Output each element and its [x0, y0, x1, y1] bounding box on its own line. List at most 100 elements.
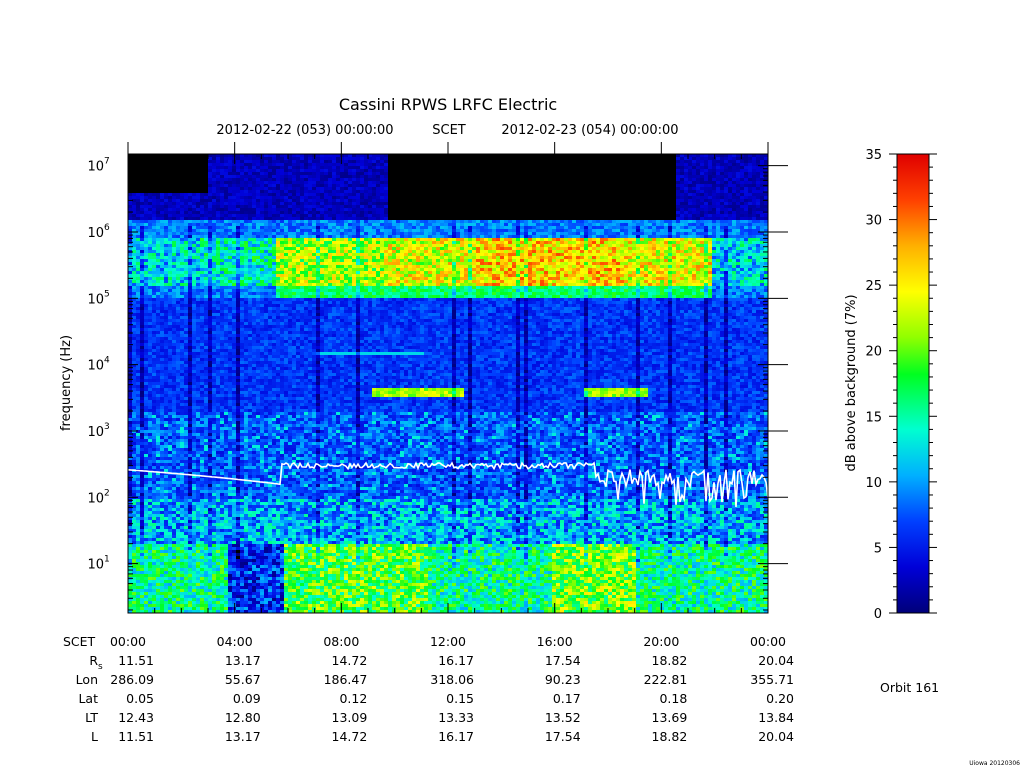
spectrogram-cell: [184, 379, 188, 382]
spectrogram-cell: [180, 532, 184, 535]
spectrogram-cell: [220, 262, 224, 265]
spectrogram-cell: [224, 247, 228, 250]
spectrogram-cell: [188, 502, 192, 505]
spectrogram-cell: [144, 163, 148, 166]
spectrogram-cell: [244, 277, 248, 280]
spectrogram-cell: [184, 193, 188, 196]
spectrogram-cell: [148, 604, 152, 607]
spectrogram-cell: [224, 469, 228, 472]
spectrogram-cell: [128, 202, 132, 205]
spectrogram-cell: [232, 541, 236, 544]
spectrogram-cell: [184, 580, 188, 583]
spectrogram-cell: [228, 418, 232, 421]
spectrogram-cell: [164, 385, 168, 388]
spectrogram-cell: [132, 559, 136, 562]
spectrogram-cell: [240, 388, 244, 391]
spectrogram-cell: [216, 283, 220, 286]
spectrogram-cell: [256, 421, 260, 424]
spectrogram-cell: [244, 259, 248, 262]
spectrogram-cell: [236, 325, 240, 328]
spectrogram-cell: [176, 388, 180, 391]
spectrogram-cell: [152, 313, 156, 316]
spectrogram-cell: [180, 577, 184, 580]
spectrogram-cell: [192, 496, 196, 499]
spectrogram-cell: [200, 256, 204, 259]
spectrogram-cell: [232, 208, 236, 211]
spectrogram-cell: [132, 223, 136, 226]
spectrogram-cell: [232, 388, 236, 391]
spectrogram-cell: [156, 205, 160, 208]
spectrogram-cell: [236, 196, 240, 199]
spectrogram-cell: [188, 196, 192, 199]
spectrogram-cell: [252, 475, 256, 478]
spectrogram-cell: [188, 277, 192, 280]
spectrogram-cell: [128, 319, 132, 322]
spectrogram-cell: [220, 523, 224, 526]
spectrogram-cell: [220, 247, 224, 250]
spectrogram-cell: [172, 337, 176, 340]
spectrogram-cell: [192, 421, 196, 424]
spectrogram-cell: [200, 460, 204, 463]
spectrogram-cell: [220, 487, 224, 490]
spectrogram-cell: [248, 202, 252, 205]
spectrogram-cell: [200, 307, 204, 310]
spectrogram-cell: [248, 316, 252, 319]
spectrogram-cell: [184, 382, 188, 385]
spectrogram-cell: [184, 265, 188, 268]
spectrogram-cell: [168, 409, 172, 412]
spectrogram-cell: [156, 541, 160, 544]
spectrogram-cell: [160, 166, 164, 169]
spectrogram-cell: [168, 580, 172, 583]
spectrogram-cell: [248, 277, 252, 280]
spectrogram-cell: [184, 280, 188, 283]
spectrogram-cell: [196, 442, 200, 445]
spectrogram-cell: [228, 532, 232, 535]
spectrogram-cell: [156, 319, 160, 322]
spectrogram-cell: [228, 514, 232, 517]
spectrogram-cell: [244, 211, 248, 214]
spectrogram-cell: [248, 193, 252, 196]
spectrogram-cell: [172, 184, 176, 187]
spectrogram-cell: [224, 334, 228, 337]
spectrogram-cell: [172, 196, 176, 199]
spectrogram-cell: [172, 283, 176, 286]
spectrogram-cell: [212, 325, 216, 328]
spectrogram-cell: [144, 472, 148, 475]
spectrogram-cell: [144, 481, 148, 484]
spectrogram-cell: [216, 376, 220, 379]
spectrogram-cell: [172, 181, 176, 184]
spectrogram-cell: [204, 478, 208, 481]
spectrogram-cell: [128, 271, 132, 274]
spectrogram-cell: [164, 334, 168, 337]
spectrogram-cell: [188, 217, 192, 220]
spectrogram-cell: [132, 325, 136, 328]
spectrogram-cell: [172, 454, 176, 457]
spectrogram-cell: [228, 355, 232, 358]
spectrogram-cell: [212, 175, 216, 178]
spectrogram-cell: [232, 343, 236, 346]
spectrogram-cell: [156, 517, 160, 520]
spectrogram-cell: [236, 379, 240, 382]
spectrogram-cell: [240, 451, 244, 454]
spectrogram-cell: [228, 175, 232, 178]
spectrogram-cell: [228, 523, 232, 526]
spectrogram-cell: [180, 454, 184, 457]
spectrogram-cell: [252, 583, 256, 586]
spectrogram-cell: [168, 511, 172, 514]
spectrogram-cell: [256, 253, 260, 256]
spectrogram-cell: [224, 448, 228, 451]
spectrogram-cell: [164, 532, 168, 535]
spectrogram-cell: [224, 256, 228, 259]
spectrogram-cell: [216, 208, 220, 211]
spectrogram-cell: [244, 409, 248, 412]
spectrogram-cell: [184, 283, 188, 286]
spectrogram-cell: [196, 379, 200, 382]
spectrogram-cell: [176, 175, 180, 178]
spectrogram-cell: [164, 382, 168, 385]
spectrogram-cell: [216, 463, 220, 466]
spectrogram-cell: [228, 415, 232, 418]
spectrogram-cell: [256, 238, 260, 241]
spectrogram-cell: [200, 166, 204, 169]
spectrogram-cell: [196, 259, 200, 262]
spectrogram-cell: [128, 526, 132, 529]
